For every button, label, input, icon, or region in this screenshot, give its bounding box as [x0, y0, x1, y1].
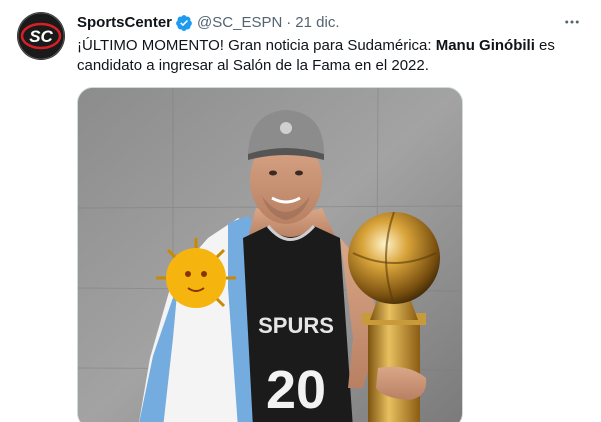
- avatar[interactable]: SC: [17, 12, 65, 60]
- tweet-text-part1: ¡ÚLTIMO MOMENTO! Gran noticia para Sudam…: [77, 37, 436, 54]
- jersey-text: SPURS: [258, 313, 334, 338]
- tweet-text-highlight[interactable]: Manu Ginóbili: [436, 37, 535, 54]
- tweet-date[interactable]: 21 dic.: [295, 13, 339, 33]
- tweet-text: ¡ÚLTIMO MOMENTO! Gran noticia para Sudam…: [77, 36, 567, 76]
- jersey-number: 20: [266, 360, 326, 420]
- separator-dot: ·: [286, 14, 292, 31]
- more-options-icon[interactable]: [561, 12, 583, 32]
- tweet-card[interactable]: SC SportsCenter @SC_ESPN · 21 dic. ¡ÚLTI…: [0, 0, 601, 422]
- avatar-logo-text: SC: [29, 27, 53, 46]
- tweet-media-photo[interactable]: SPURS 20: [77, 87, 463, 422]
- tweet-header: SportsCenter @SC_ESPN · 21 dic.: [77, 13, 340, 33]
- author-handle[interactable]: @SC_ESPN: [197, 13, 282, 33]
- verified-badge-icon: [175, 14, 193, 32]
- author-name[interactable]: SportsCenter: [77, 13, 172, 33]
